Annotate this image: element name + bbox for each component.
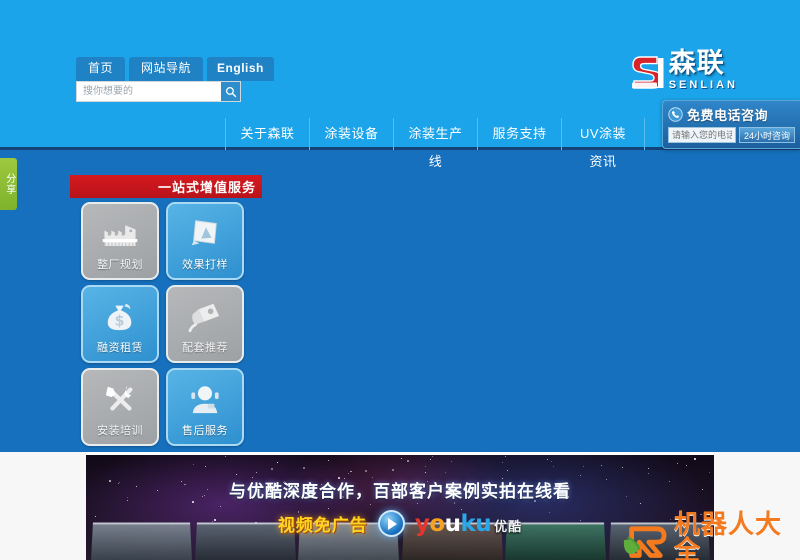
youku-logo: youku 优酷 xyxy=(415,511,522,537)
service-tile-label: 安装培训 xyxy=(97,425,143,437)
top-link-site-nav[interactable]: 网站导航 xyxy=(129,57,204,82)
share-tab[interactable]: 分享 xyxy=(0,158,17,210)
nav-item-service-support[interactable]: 服务支持 xyxy=(477,118,561,150)
nav-label-uv-coating-news-wrap: 资讯 xyxy=(589,154,617,169)
service-tile-effect-sampling[interactable]: 效果打样 xyxy=(166,202,244,280)
money-bag-icon: $ xyxy=(83,295,157,337)
service-tile-installation-training[interactable]: 安装培训 xyxy=(81,368,159,446)
nav-label-coating-equipment: 涂装设备 xyxy=(324,125,379,141)
logo-text-en: SENLIAN xyxy=(668,79,738,91)
nav-label-coating-production-line: 涂装生产 xyxy=(408,125,463,141)
phone-widget-header: 免费电话咨询 xyxy=(668,105,795,124)
senlian-logo-mark-icon xyxy=(631,54,665,92)
robo123-leaf-logo-icon xyxy=(622,525,668,560)
nav-item-coating-equipment[interactable]: 涂装设备 xyxy=(309,118,393,150)
youku-logo-cn: 优酷 xyxy=(494,518,523,534)
support-person-icon xyxy=(168,378,242,420)
robo123-watermark: 机器人大全 www.robo123.com xyxy=(622,512,800,560)
robo123-watermark-text: 机器人大全 www.robo123.com xyxy=(674,512,800,560)
share-tab-label: 分享 xyxy=(3,173,15,195)
youku-video-banner[interactable]: 与优酷深度合作，百部客户案例实拍在线看 视频免广告 youku 优酷 xyxy=(86,455,714,560)
service-tile-label: 售后服务 xyxy=(182,425,228,437)
nav-label-about-senlian: 关于森联 xyxy=(240,125,295,141)
svg-text:$: $ xyxy=(115,313,125,329)
service-tiles-grid: 整厂规划 效果打样 $ 融资租赁 配套推荐 安装培训 售后服务 xyxy=(81,202,249,446)
nav-label-uv-coating-news: UV涂装 xyxy=(579,125,627,141)
service-tile-label: 融资租赁 xyxy=(97,342,143,354)
service-tile-matching-recommendation[interactable]: 配套推荐 xyxy=(166,285,244,363)
nav-label-service-support: 服务支持 xyxy=(492,125,547,141)
page-root: 首页 网站导航 English 森联 SENLIAN xyxy=(0,0,800,560)
phone-widget-title: 免费电话咨询 xyxy=(687,108,769,123)
factory-icon xyxy=(83,212,157,254)
watermark-title: 机器人大全 xyxy=(674,510,783,560)
nav-item-coating-production-line[interactable]: 涂装生产 线 xyxy=(393,118,477,169)
youku-logo-latin: youku xyxy=(414,510,492,537)
phone-number-input[interactable] xyxy=(668,127,736,143)
video-banner-headline: 与优酷深度合作，百部客户案例实拍在线看 xyxy=(229,482,571,501)
phone-widget-form: 24小时咨询 xyxy=(668,127,795,143)
value-added-services-banner: 一站式增值服务 xyxy=(70,175,262,198)
phone-icon xyxy=(668,107,683,122)
paint-pour-icon xyxy=(168,295,242,337)
free-phone-consult-widget[interactable]: 免费电话咨询 24小时咨询 xyxy=(662,100,800,149)
service-tile-whole-plant-planning[interactable]: 整厂规划 xyxy=(81,202,159,280)
search-icon xyxy=(225,86,236,97)
sample-sheet-icon xyxy=(168,212,242,254)
service-tile-after-sales-service[interactable]: 售后服务 xyxy=(166,368,244,446)
nav-item-uv-coating-news[interactable]: UV涂装 资讯 xyxy=(561,118,645,169)
video-banner-subrow: 视频免广告 youku 优酷 xyxy=(86,510,714,537)
nav-item-about-senlian[interactable]: 关于森联 xyxy=(225,118,309,150)
consult-24h-button[interactable]: 24小时咨询 xyxy=(738,127,795,143)
service-tile-label: 整厂规划 xyxy=(97,259,143,271)
search-input[interactable] xyxy=(77,82,221,101)
service-tile-label: 配套推荐 xyxy=(182,342,228,354)
logo-text-cn: 森联 xyxy=(668,48,725,79)
tools-icon xyxy=(83,378,157,420)
search-bar[interactable] xyxy=(76,81,241,102)
play-button-icon[interactable] xyxy=(377,510,405,537)
site-logo[interactable]: 森联 SENLIAN xyxy=(631,50,738,92)
video-banner-subline: 视频免广告 xyxy=(277,516,368,536)
top-link-english[interactable]: English xyxy=(207,57,274,82)
top-link-home[interactable]: 首页 xyxy=(76,57,126,82)
top-links: 首页 网站导航 English xyxy=(76,57,274,82)
service-tile-finance-leasing[interactable]: $ 融资租赁 xyxy=(81,285,159,363)
search-button[interactable] xyxy=(221,82,240,101)
nav-label-coating-production-line-wrap: 线 xyxy=(428,154,443,169)
value-added-services-label: 一站式增值服务 xyxy=(157,180,256,195)
service-tile-label: 效果打样 xyxy=(182,259,228,271)
main-navigation: 关于森联 涂装设备 涂装生产 线 服务支持 UV涂装 资讯 xyxy=(225,118,645,169)
